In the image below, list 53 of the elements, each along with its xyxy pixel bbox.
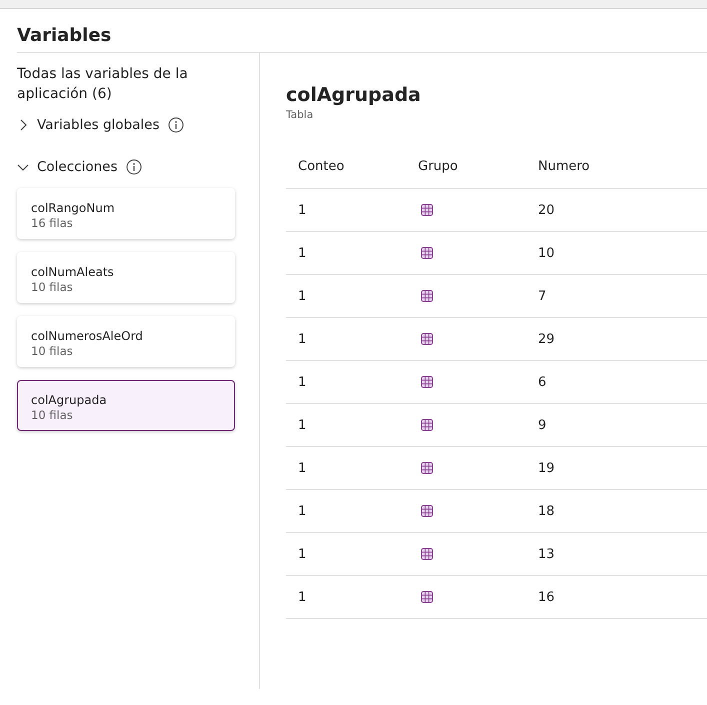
info-icon — [168, 117, 184, 133]
table-cell: 13 — [526, 532, 707, 576]
table-cell: 19 — [526, 446, 707, 490]
sidebar-heading: Todas las variables de la aplicación (6) — [17, 65, 189, 104]
table-cell: 1 — [286, 318, 406, 360]
grid-icon — [421, 204, 433, 216]
table-cell: 1 — [286, 532, 406, 576]
column-header: Grupo — [406, 145, 526, 188]
collection-card[interactable]: colNumerosAleOrd 10 filas — [17, 316, 235, 367]
table-cell: 7 — [526, 274, 707, 318]
table-cell: 18 — [526, 490, 707, 532]
table-cell: 20 — [526, 188, 707, 232]
collection-name: colRangoNum — [31, 201, 116, 216]
row-count: 10 filas — [31, 344, 74, 358]
panel-title: Variables — [16, 24, 112, 48]
section-label[interactable]: Variables globales — [37, 117, 160, 133]
section-label[interactable]: Colecciones — [37, 159, 118, 175]
collection-name: colNumAleats — [31, 265, 115, 280]
table-cell: 1 — [286, 404, 406, 446]
grid-icon — [421, 591, 433, 603]
grid-icon — [421, 419, 433, 431]
grid-icon — [421, 505, 433, 517]
info-icon — [126, 159, 142, 175]
table-cell: 1 — [286, 188, 406, 232]
table-cell: 29 — [526, 318, 707, 360]
grid-icon — [421, 333, 433, 345]
collection-card[interactable]: colAgrupada 10 filas — [17, 380, 235, 431]
collection-title: colAgrupada — [286, 83, 422, 107]
grid-icon — [421, 462, 433, 474]
grid-icon — [421, 247, 433, 259]
table-cell: 1 — [286, 360, 406, 404]
table-cell: 6 — [526, 360, 707, 404]
table-cell: 16 — [526, 576, 707, 618]
row-count: 10 filas — [31, 408, 74, 422]
table-cell: 1 — [286, 490, 406, 532]
collection-card[interactable]: colRangoNum 16 filas — [17, 188, 235, 239]
collection-name: colNumerosAleOrd — [31, 329, 144, 344]
collection-type: Tabla — [286, 109, 314, 121]
row-count: 16 filas — [31, 216, 74, 230]
table-cell: 1 — [286, 274, 406, 318]
row-count: 10 filas — [31, 280, 74, 294]
column-header: Conteo — [286, 145, 406, 188]
column-header: Numero — [526, 145, 707, 188]
collection-name: colAgrupada — [31, 393, 108, 408]
table-cell: 1 — [286, 446, 406, 490]
grid-icon — [421, 376, 433, 388]
table-cell: 1 — [286, 232, 406, 274]
table-cell: 1 — [286, 576, 406, 618]
table-cell: 9 — [526, 404, 707, 446]
grid-icon — [421, 548, 433, 560]
collection-card[interactable]: colNumAleats 10 filas — [17, 252, 235, 303]
table-cell: 10 — [526, 232, 707, 274]
grid-icon — [421, 290, 433, 302]
